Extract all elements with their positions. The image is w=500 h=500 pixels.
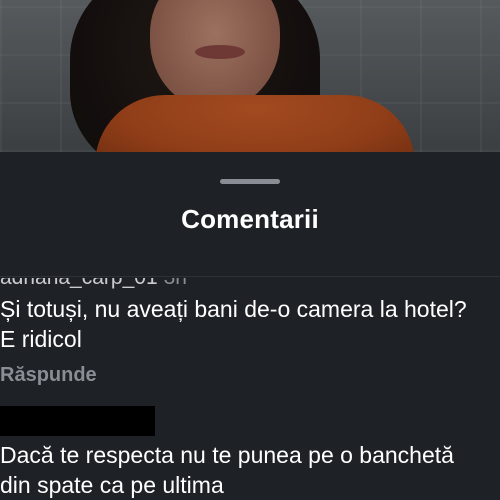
- comments-sheet: Comentarii adriana_carp_01 3h Și totuși, …: [0, 152, 500, 500]
- redacted-username: [0, 406, 155, 436]
- photo-dim-overlay: [0, 0, 500, 152]
- header-divider: [0, 276, 500, 277]
- post-photo: [0, 0, 500, 152]
- comment-list[interactable]: adriana_carp_01 3h Și totuși, nu aveați b…: [0, 278, 500, 500]
- comment-time: 3h: [164, 278, 187, 289]
- comment-username-text[interactable]: adriana_carp_01: [0, 278, 158, 289]
- comment-username[interactable]: adriana_carp_01 3h: [0, 278, 187, 290]
- reply-button[interactable]: Răspunde: [0, 364, 97, 387]
- comment-text: Dacă te respecta nu te punea pe o banche…: [0, 442, 454, 498]
- comment-text: Și totuși, nu aveați bani de-o camera la…: [0, 296, 467, 352]
- sheet-drag-handle[interactable]: [220, 179, 280, 184]
- sheet-title: Comentarii: [181, 204, 319, 234]
